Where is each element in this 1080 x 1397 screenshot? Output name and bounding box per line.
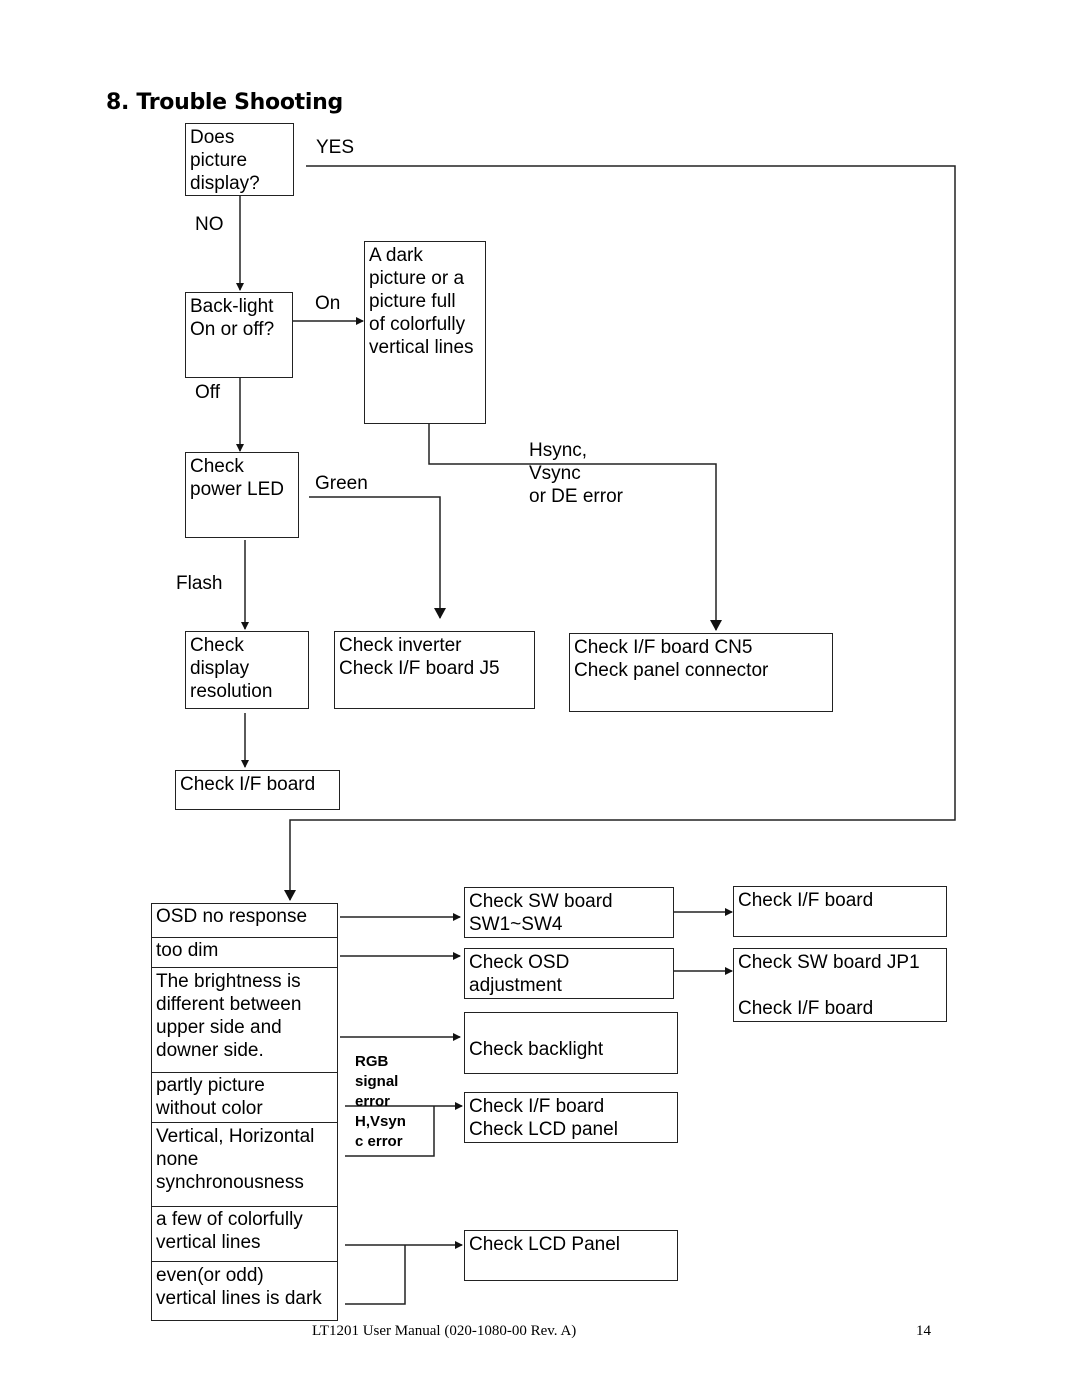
edge-label-no: NO [195,214,224,235]
symptom-too-dim: too dim [151,937,338,967]
node-backlight-check: Check backlight [464,1012,678,1074]
node-picture-display: Does picture display? [185,123,294,196]
node-display-resolution: Check display resolution [185,631,309,709]
edge-label-sync-error: Hsync, Vsync or DE error [529,440,623,507]
symptom-osd-no-response: OSD no response [151,903,338,937]
node-sw-board: Check SW board SW1~SW4 [464,887,674,938]
edge-label-rgb-error: RGB signal error [355,1053,399,1110]
symptom-partly-picture: partly picture without color [151,1072,338,1122]
connector-even-odd [345,1245,406,1305]
symptom-vh-sync: Vertical, Horizontal none synchronousnes… [151,1123,338,1206]
node-if-board-cn5: Check I/F board CN5 Check panel connecto… [569,633,833,712]
footer-manual-title: LT1201 User Manual (020-1080-00 Rev. A) [312,1323,577,1339]
node-backlight: Back-light On or off? [185,292,293,378]
footer-page-number: 14 [916,1323,931,1339]
symptom-colorful-lines: a few of colorfully vertical lines [151,1206,338,1261]
node-inverter: Check inverter Check I/F board J5 [334,631,535,709]
node-if-lcd: Check I/F board Check LCD panel [464,1092,678,1143]
edge-label-green: Green [315,473,368,494]
node-dark-picture: A dark picture or a picture full of colo… [364,241,486,424]
edge-label-hv-error: H,Vsyn c error [355,1113,406,1150]
symptom-brightness-different: The brightness is different between uppe… [151,968,338,1072]
node-power-led: Check power LED [185,452,299,538]
node-if-board: Check I/F board [175,770,340,810]
edge-label-flash: Flash [176,573,223,594]
manual-page: 8. Trouble Shooting Does picture display… [0,0,1080,1397]
edge-label-yes: YES [316,137,355,158]
node-if-board-2: Check I/F board [733,886,947,937]
connector-green [309,496,446,619]
node-sw-board-jp1: Check SW board JP1 Check I/F board [733,948,947,1022]
edge-label-on: On [315,293,341,314]
symptom-even-odd-dark: even(or odd) vertical lines is dark [151,1262,338,1320]
node-osd-adjustment: Check OSD adjustment [464,948,674,999]
edge-label-off: Off [195,382,220,403]
node-lcd-panel: Check LCD Panel [464,1230,678,1281]
